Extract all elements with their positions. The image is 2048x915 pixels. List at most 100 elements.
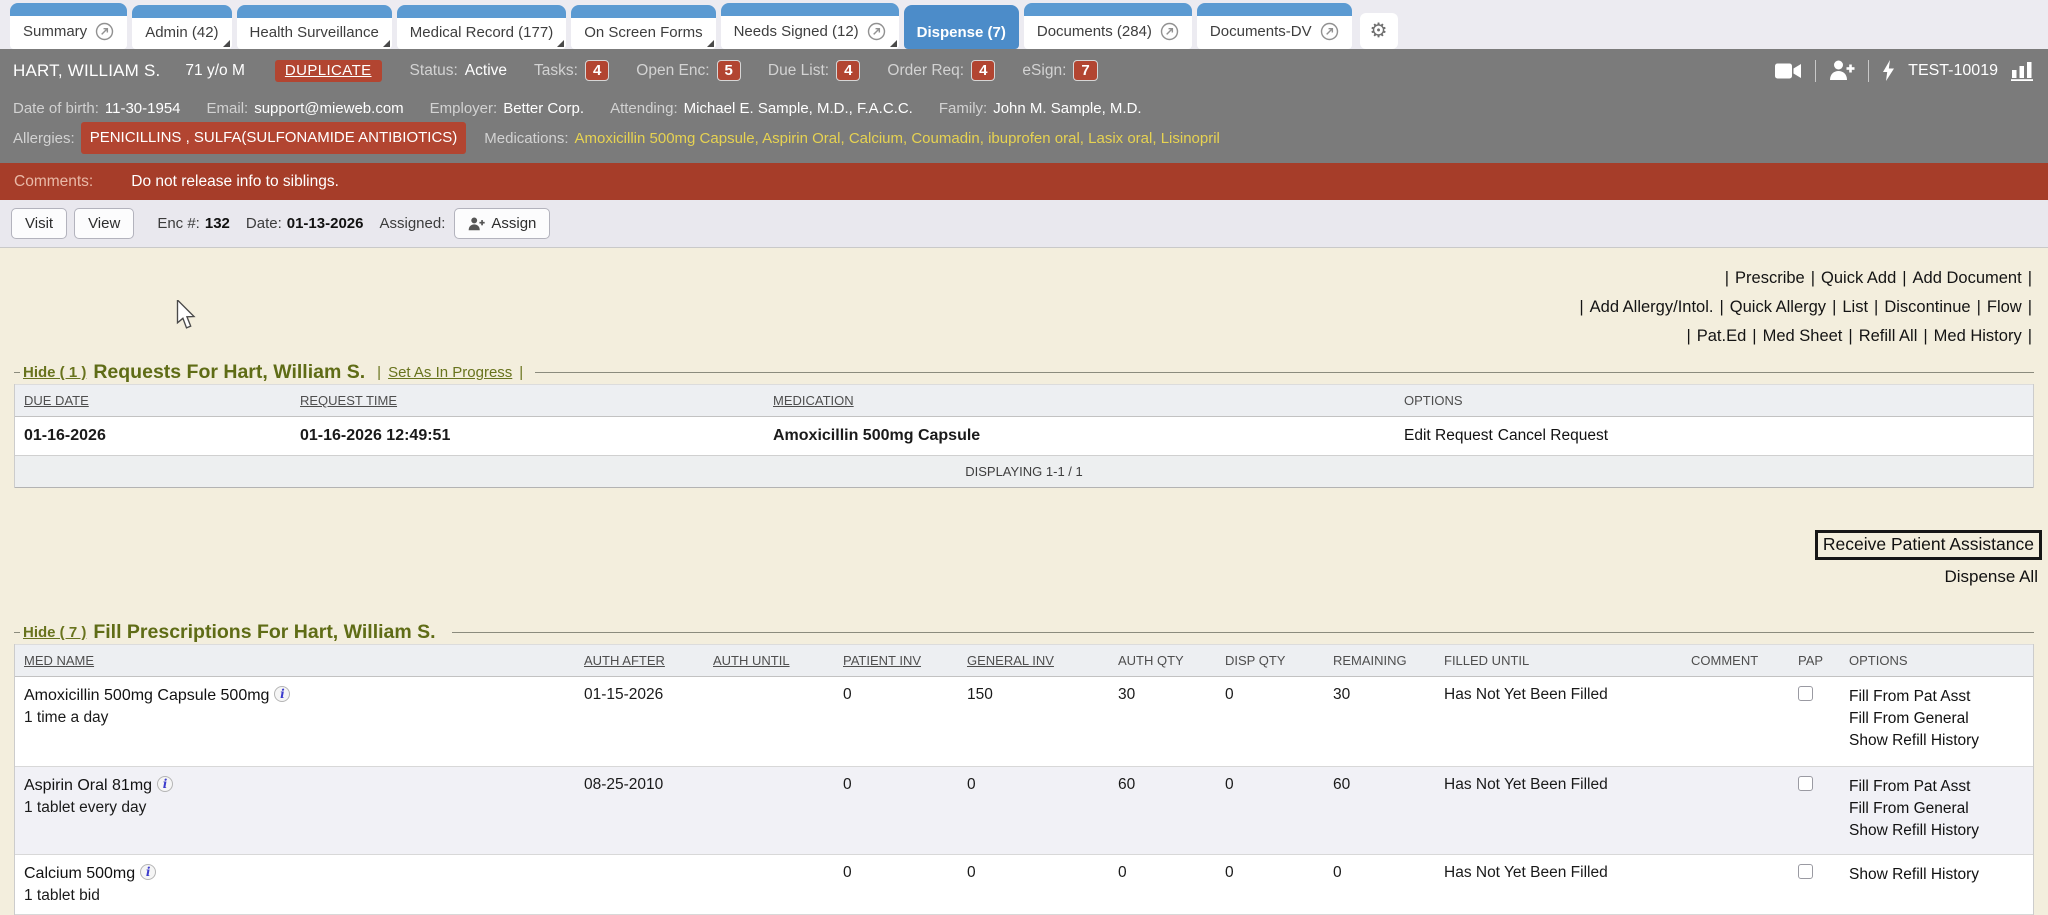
cancel-request-link[interactable]: Cancel Request [1498, 427, 1608, 444]
pap-checkbox[interactable] [1798, 864, 1813, 879]
tab-strip [571, 5, 715, 18]
general-inv-cell: 0 [958, 767, 1109, 854]
assign-button[interactable]: Assign [454, 208, 550, 239]
video-camera-icon[interactable] [1775, 62, 1802, 80]
add-person-icon[interactable] [1829, 60, 1855, 81]
tab-strip [904, 5, 1019, 18]
tab-strip [1197, 3, 1352, 16]
medication-link[interactable]: Lisinopril [1161, 130, 1220, 147]
refill-all-link[interactable]: Refill All [1859, 327, 1918, 345]
info-icon[interactable]: i [274, 686, 290, 702]
quick-action-lightning-icon[interactable] [1882, 60, 1895, 81]
medication-link[interactable]: Calcium [849, 130, 912, 147]
quick-add-link[interactable]: Quick Add [1821, 269, 1896, 287]
column-header-patient-inv[interactable]: PATIENT INV [834, 645, 958, 676]
med-history-link[interactable]: Med History [1934, 327, 2022, 345]
disp-qty-cell: 0 [1216, 855, 1324, 914]
popout-icon[interactable] [1160, 22, 1179, 41]
popout-icon[interactable] [95, 22, 114, 41]
fill-from-general-link[interactable]: Fill From General [1849, 708, 2033, 730]
open-enc-count-badge[interactable]: 5 [717, 60, 741, 81]
medication-link[interactable]: Aspirin Oral [762, 130, 849, 147]
esign-count-badge[interactable]: 7 [1073, 60, 1097, 81]
allergies-badge[interactable]: PENICILLINS , SULFA(SULFONAMIDE ANTIBIOT… [81, 122, 467, 154]
medication-link[interactable]: Coumadin [911, 130, 988, 147]
general-inv-cell: 150 [958, 677, 1109, 766]
info-icon[interactable]: i [157, 776, 173, 792]
fieldset-rule [535, 372, 2034, 373]
disp-qty-cell: 0 [1216, 767, 1324, 854]
medication-link[interactable]: Amoxicillin 500mg Capsule [575, 130, 763, 147]
prescribe-link[interactable]: Prescribe [1735, 269, 1805, 287]
comments-bar: Comments: Do not release info to sibling… [0, 163, 2048, 200]
show-refill-history-link[interactable]: Show Refill History [1849, 864, 2033, 886]
enc-number-value: 132 [205, 215, 230, 232]
patient-header-bar: HART, WILLIAM S. 71 y/o M DUPLICATE Stat… [0, 49, 2048, 92]
medication-link[interactable]: Lasix oral [1088, 130, 1161, 147]
email-value: support@mieweb.com [254, 95, 403, 122]
view-button[interactable]: View [74, 208, 134, 239]
comments-text: Do not release info to siblings. [131, 173, 339, 191]
open-enc-label: Open Enc: [636, 62, 709, 80]
popout-icon[interactable] [867, 22, 886, 41]
fill-hide-link[interactable]: Hide ( 7 ) [23, 624, 86, 641]
duplicate-badge[interactable]: DUPLICATE [275, 60, 382, 82]
order-req-count-badge[interactable]: 4 [971, 60, 995, 81]
visit-button[interactable]: Visit [11, 208, 67, 239]
tab-strip [237, 5, 392, 18]
due-list-count-badge[interactable]: 4 [836, 60, 860, 81]
edit-request-link[interactable]: Edit Request [1404, 427, 1493, 444]
flow-link[interactable]: Flow [1987, 298, 2022, 316]
column-header-request-time[interactable]: REQUEST TIME [291, 385, 764, 416]
tasks-label: Tasks: [534, 62, 578, 80]
column-header-medication[interactable]: MEDICATION [764, 385, 1395, 416]
tab-medical-record[interactable]: Medical Record (177) [397, 5, 566, 49]
med-sheet-link[interactable]: Med Sheet [1763, 327, 1843, 345]
show-refill-history-link[interactable]: Show Refill History [1849, 730, 2033, 752]
tab-admin-label: Admin (42) [145, 24, 218, 41]
info-icon[interactable]: i [140, 864, 156, 880]
requests-hide-link[interactable]: Hide ( 1 ) [23, 364, 86, 381]
tab-documents-dv[interactable]: Documents-DV [1197, 3, 1352, 49]
set-as-in-progress-link[interactable]: Set As In Progress [388, 364, 512, 381]
add-document-link[interactable]: Add Document [1913, 269, 2022, 287]
list-link[interactable]: List [1842, 298, 1868, 316]
pat-ed-link[interactable]: Pat.Ed [1697, 327, 1747, 345]
settings-gear-icon[interactable]: ⚙ [1360, 13, 1398, 49]
fieldset-tick [14, 632, 20, 633]
tab-strip [721, 3, 899, 16]
tab-needs-signed[interactable]: Needs Signed (12) [721, 3, 899, 49]
column-header-auth-after[interactable]: AUTH AFTER [575, 645, 704, 676]
tab-summary[interactable]: Summary [10, 3, 127, 49]
chart-icon[interactable] [2011, 61, 2035, 81]
tasks-count-badge[interactable]: 4 [585, 60, 609, 81]
tab-documents[interactable]: Documents (284) [1024, 3, 1192, 49]
tab-health-surveillance[interactable]: Health Surveillance [237, 5, 392, 49]
column-header-med-name[interactable]: MED NAME [15, 645, 575, 676]
quick-allergy-link[interactable]: Quick Allergy [1730, 298, 1826, 316]
tab-dispense[interactable]: Dispense (7) [904, 5, 1019, 49]
column-header-general-inv[interactable]: GENERAL INV [958, 645, 1109, 676]
fill-from-general-link[interactable]: Fill From General [1849, 798, 2033, 820]
show-refill-history-link[interactable]: Show Refill History [1849, 820, 2033, 842]
medication-link[interactable]: ibuprofen oral [988, 130, 1088, 147]
fill-from-pat-asst-link[interactable]: Fill From Pat Asst [1849, 686, 2033, 708]
receive-patient-assistance-link[interactable]: Receive Patient Assistance [1823, 534, 2034, 554]
discontinue-link[interactable]: Discontinue [1884, 298, 1970, 316]
fill-from-pat-asst-link[interactable]: Fill From Pat Asst [1849, 776, 2033, 798]
fill-table-header: MED NAME AUTH AFTER AUTH UNTIL PATIENT I… [15, 644, 2033, 677]
add-allergy-link[interactable]: Add Allergy/Intol. [1590, 298, 1714, 316]
column-header-comment: COMMENT [1682, 645, 1789, 676]
column-header-due-date[interactable]: DUE DATE [15, 385, 291, 416]
popout-icon[interactable] [1320, 22, 1339, 41]
pap-checkbox[interactable] [1798, 686, 1813, 701]
tab-on-screen-forms[interactable]: On Screen Forms [571, 5, 715, 49]
tab-strip [10, 3, 127, 16]
pap-checkbox[interactable] [1798, 776, 1813, 791]
column-header-auth-until[interactable]: AUTH UNTIL [704, 645, 834, 676]
tab-admin[interactable]: Admin (42) [132, 5, 231, 49]
dispense-all-link[interactable]: Dispense All [1944, 567, 2038, 587]
disp-qty-cell: 0 [1216, 677, 1324, 766]
dispense-content: Prescribe Quick Add Add Document Add Aller… [0, 248, 2048, 915]
status-label: Status: [410, 62, 458, 80]
